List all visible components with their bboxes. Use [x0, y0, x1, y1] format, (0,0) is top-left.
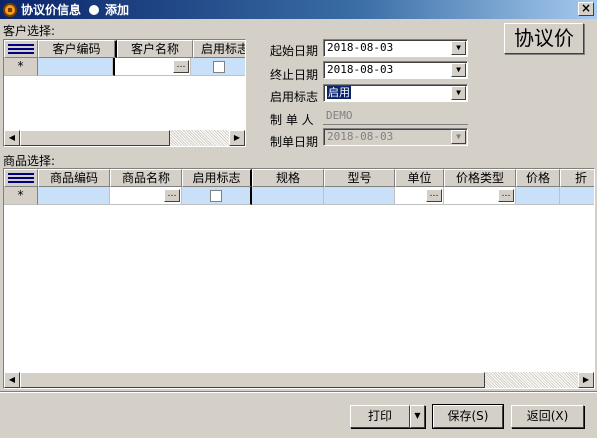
- scroll-left-icon[interactable]: ◀: [4, 372, 20, 388]
- product-section-label: 商品选择:: [3, 154, 56, 168]
- scroll-right-icon[interactable]: ▶: [229, 130, 245, 146]
- chevron-down-icon[interactable]: ▼: [451, 41, 466, 55]
- customer-enabled-cell[interactable]: [191, 58, 245, 76]
- customer-grid-header: 客户编码 客户名称 启用标志: [4, 40, 245, 58]
- start-date-field[interactable]: 2018-08-03 ▼: [323, 39, 468, 57]
- scroll-track[interactable]: [170, 130, 229, 146]
- enabled-select[interactable]: 启用 ▼: [323, 84, 468, 102]
- customer-code-cell[interactable]: [38, 58, 113, 76]
- scroll-thumb[interactable]: [20, 372, 485, 388]
- column-header-enabled[interactable]: 启用标志: [182, 169, 252, 187]
- ellipsis-icon[interactable]: …: [173, 60, 189, 73]
- mode-dot-icon: [89, 4, 100, 15]
- ellipsis-icon[interactable]: …: [426, 189, 442, 202]
- create-date-field: 2018-08-03 ▼: [323, 128, 468, 146]
- close-button[interactable]: ×: [578, 2, 594, 16]
- select-all-icon[interactable]: [4, 169, 38, 187]
- column-header-discount[interactable]: 折: [560, 169, 594, 187]
- back-button[interactable]: 返回(X): [511, 405, 584, 428]
- customer-name-cell[interactable]: …: [115, 58, 191, 76]
- creator-underline: [323, 124, 468, 125]
- end-date-field[interactable]: 2018-08-03 ▼: [323, 61, 468, 79]
- product-code-cell[interactable]: [38, 187, 110, 205]
- enabled-value: 启用: [327, 86, 351, 99]
- spec-cell[interactable]: [252, 187, 324, 205]
- column-header-enabled[interactable]: 启用标志: [193, 40, 245, 58]
- end-date-value: 2018-08-03: [327, 63, 394, 76]
- row-indicator: *: [4, 187, 38, 205]
- scroll-thumb[interactable]: [20, 130, 170, 146]
- customer-grid[interactable]: 客户编码 客户名称 启用标志 * … ◀ ▶: [3, 39, 246, 147]
- scroll-left-icon[interactable]: ◀: [4, 130, 20, 146]
- model-cell[interactable]: [324, 187, 395, 205]
- column-header-spec[interactable]: 规格: [252, 169, 324, 187]
- price-cell[interactable]: [516, 187, 560, 205]
- print-button[interactable]: 打印: [350, 405, 410, 428]
- enabled-checkbox[interactable]: [210, 190, 222, 202]
- product-new-row[interactable]: * … … …: [4, 187, 594, 205]
- window-title: 协议价信息: [21, 3, 82, 17]
- customer-hscrollbar[interactable]: ◀ ▶: [4, 130, 245, 146]
- column-header-product-name[interactable]: 商品名称: [110, 169, 182, 187]
- chevron-down-icon: ▼: [451, 130, 466, 144]
- print-dropdown-icon[interactable]: ▼: [410, 405, 425, 428]
- product-name-cell[interactable]: …: [110, 187, 182, 205]
- save-button[interactable]: 保存(S): [432, 404, 504, 429]
- start-date-value: 2018-08-03: [327, 41, 394, 54]
- customer-new-row[interactable]: * …: [4, 58, 245, 76]
- column-header-customer-name[interactable]: 客户名称: [117, 40, 193, 58]
- button-panel: 打印 ▼ 保存(S) 返回(X): [0, 391, 597, 438]
- scroll-right-icon[interactable]: ▶: [578, 372, 594, 388]
- product-hscrollbar[interactable]: ◀ ▶: [4, 372, 594, 388]
- column-header-customer-code[interactable]: 客户编码: [38, 40, 115, 58]
- ellipsis-icon[interactable]: …: [498, 189, 514, 202]
- agreement-price-label: 协议价: [504, 23, 584, 54]
- app-icon: [3, 2, 17, 17]
- creator-value: DEMO: [326, 109, 353, 122]
- price-type-cell[interactable]: …: [444, 187, 516, 205]
- product-grid[interactable]: 商品编码 商品名称 启用标志 规格 型号 单位 价格类型 价格 折 * … … …: [3, 168, 595, 389]
- select-all-icon[interactable]: [4, 40, 38, 58]
- create-date-label: 制单日期: [270, 135, 319, 149]
- window-mode: 添加: [105, 3, 130, 17]
- column-header-product-code[interactable]: 商品编码: [38, 169, 110, 187]
- title-bar: 协议价信息 添加 ×: [0, 0, 597, 19]
- customer-section-label: 客户选择:: [3, 24, 56, 38]
- enabled-checkbox[interactable]: [212, 61, 225, 73]
- ellipsis-icon[interactable]: …: [164, 189, 180, 202]
- scroll-track[interactable]: [485, 372, 578, 388]
- column-header-model[interactable]: 型号: [324, 169, 395, 187]
- enabled-label: 启用标志: [270, 90, 319, 104]
- product-enabled-cell[interactable]: [182, 187, 252, 205]
- chevron-down-icon[interactable]: ▼: [451, 86, 466, 100]
- start-date-label: 起始日期: [270, 44, 319, 58]
- create-date-value: 2018-08-03: [327, 130, 394, 143]
- unit-cell[interactable]: …: [395, 187, 444, 205]
- creator-label: 制 单 人: [270, 113, 314, 127]
- row-indicator: *: [4, 58, 38, 76]
- chevron-down-icon[interactable]: ▼: [451, 63, 466, 77]
- discount-cell[interactable]: [560, 187, 594, 205]
- column-header-price-type[interactable]: 价格类型: [444, 169, 516, 187]
- column-header-unit[interactable]: 单位: [395, 169, 444, 187]
- column-header-price[interactable]: 价格: [516, 169, 560, 187]
- product-grid-header: 商品编码 商品名称 启用标志 规格 型号 单位 价格类型 价格 折: [4, 169, 594, 187]
- end-date-label: 终止日期: [270, 68, 319, 82]
